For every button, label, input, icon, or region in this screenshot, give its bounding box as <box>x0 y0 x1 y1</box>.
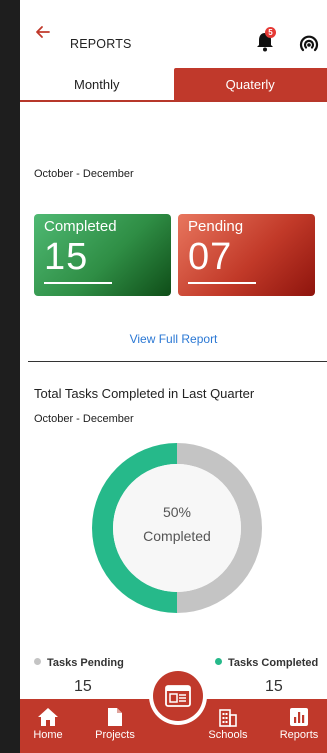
completed-card[interactable]: Completed 15 <box>34 214 171 296</box>
top-bar: REPORTS 5 <box>20 0 327 52</box>
pending-card-value: 07 <box>188 236 233 278</box>
nav-projects-label: Projects <box>95 729 135 741</box>
legend-completed-value: 15 <box>265 678 283 695</box>
document-icon <box>108 708 122 726</box>
donut-percent: 50% <box>162 504 192 520</box>
building-icon <box>219 709 237 727</box>
tab-quarterly[interactable]: Quaterly <box>173 68 327 100</box>
nav-schools-label: Schools <box>208 729 248 741</box>
summary-date-range: October - December <box>34 168 134 180</box>
pending-card-underline <box>188 282 256 284</box>
home-icon <box>38 708 58 726</box>
broadcast-icon[interactable] <box>298 34 320 56</box>
completed-card-label: Completed <box>44 218 117 235</box>
tab-monthly[interactable]: Monthly <box>20 68 174 100</box>
completed-card-value: 15 <box>44 236 89 278</box>
period-tabs: Monthly Quaterly <box>20 68 327 102</box>
total-tasks-title: Total Tasks Completed in Last Quarter <box>34 386 255 401</box>
section-divider <box>28 361 327 362</box>
donut-center-label: 50% Completed <box>92 500 262 548</box>
legend-pending: Tasks Pending <box>34 657 124 669</box>
nav-schools[interactable]: Schools <box>200 699 256 753</box>
nav-home-label: Home <box>33 729 63 741</box>
total-date-range: October - December <box>34 413 134 425</box>
legend-completed: Tasks Completed <box>215 657 318 669</box>
app-screen: REPORTS 5 Monthly Quaterly October - Dec… <box>20 0 327 753</box>
pending-card-label: Pending <box>188 218 244 235</box>
view-full-report-link[interactable]: View Full Report <box>20 332 327 346</box>
bar-chart-icon <box>290 708 308 726</box>
legend-pending-value: 15 <box>74 678 92 695</box>
center-action-inner <box>153 671 203 721</box>
legend-pending-label: Tasks Pending <box>47 657 124 669</box>
donut-completed-text: Completed <box>143 528 211 544</box>
pending-dot-icon <box>34 658 41 665</box>
nav-reports[interactable]: Reports <box>274 699 324 753</box>
completed-dot-icon <box>215 658 222 665</box>
completed-card-underline <box>44 282 112 284</box>
report-card-icon <box>165 685 191 707</box>
nav-home[interactable]: Home <box>26 699 70 753</box>
back-arrow-icon[interactable] <box>34 23 52 41</box>
page-title: REPORTS <box>70 37 132 51</box>
nav-reports-label: Reports <box>279 729 319 741</box>
notification-badge: 5 <box>265 27 276 38</box>
center-action-button[interactable] <box>149 667 207 725</box>
nav-projects[interactable]: Projects <box>86 699 144 753</box>
legend-completed-label: Tasks Completed <box>228 657 319 669</box>
pending-card[interactable]: Pending 07 <box>178 214 315 296</box>
